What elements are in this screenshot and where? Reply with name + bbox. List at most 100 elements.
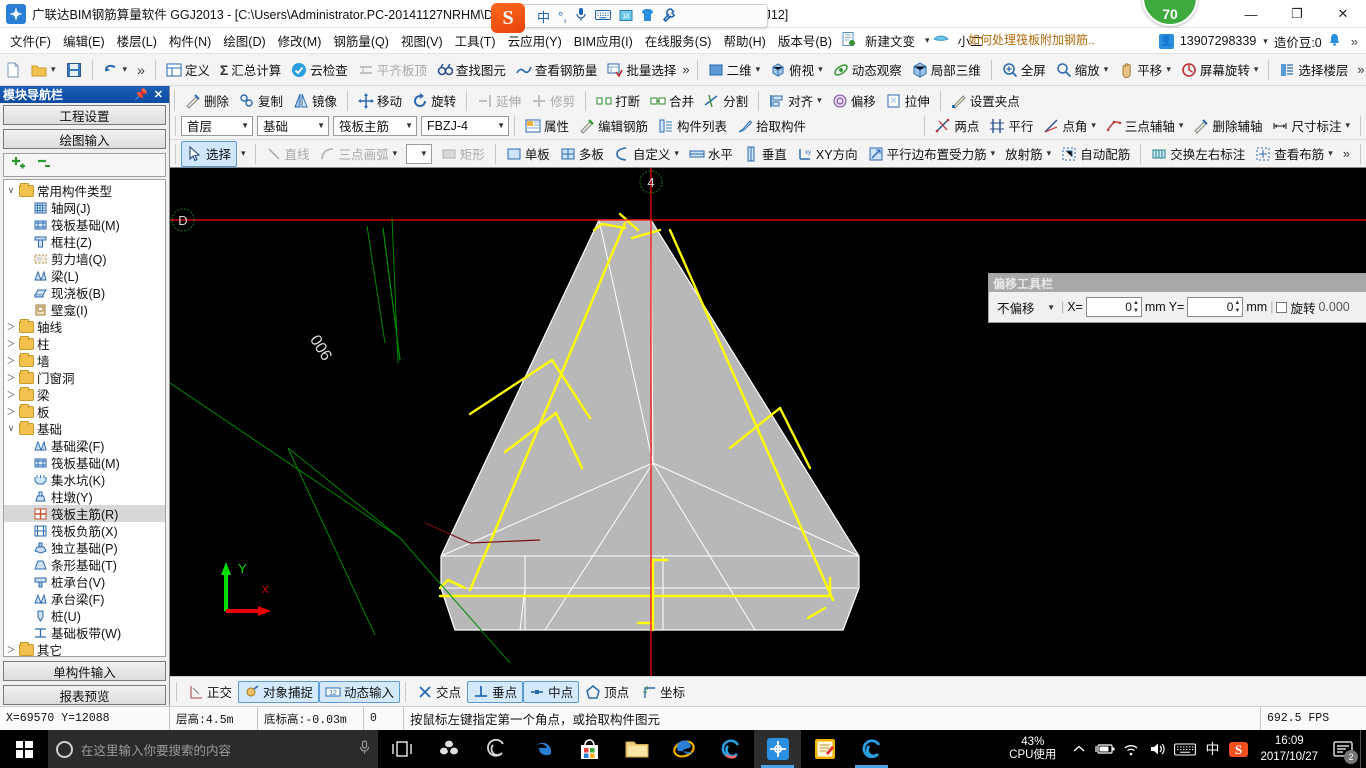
menu-overflow-icon[interactable]: » xyxy=(1347,34,1362,49)
component-tree[interactable]: ∨ 常用构件类型 轴网(J) 筏板基础(M) 框柱(Z) 剪力墙(Q) 梁(L) 现浇板(B)… xyxy=(3,179,166,657)
top-view-chevron-down-icon[interactable]: ▾ xyxy=(817,64,823,75)
taskbar-search-box[interactable]: 在这里输入你要搜索的内容 xyxy=(48,730,378,768)
delete-button[interactable]: 删除 xyxy=(180,88,234,114)
split-button[interactable]: 分割 xyxy=(699,88,753,114)
chevron-right-icon[interactable]: ＞ xyxy=(4,643,18,656)
component-list-button[interactable]: 构件列表 xyxy=(653,113,732,139)
project-settings-button[interactable]: 工程设置 xyxy=(3,105,166,125)
swap-annotation-button[interactable]: 交换左右标注 xyxy=(1146,141,1250,167)
menu-view[interactable]: 视图(V) xyxy=(395,29,449,52)
break-button[interactable]: 打断 xyxy=(591,88,645,114)
component-name-chevron-down-icon[interactable]: ▼ xyxy=(497,121,505,130)
new-doc-label[interactable]: 新建文变 xyxy=(859,29,921,52)
edit-rebar-button[interactable]: 编辑钢筋 xyxy=(574,113,653,139)
set-grip-button[interactable]: 设置夹点 xyxy=(946,88,1025,114)
chevron-right-icon[interactable]: ＞ xyxy=(4,371,18,384)
app-explorer-icon[interactable] xyxy=(613,730,660,768)
tree-item-4[interactable]: 剪力墙(Q) xyxy=(4,250,165,267)
menu-draw[interactable]: 绘图(D) xyxy=(217,29,271,52)
radial-rebar-chevron-down-icon[interactable]: ▾ xyxy=(1046,148,1052,159)
taskbar-clock[interactable]: 16:09 2017/10/27 xyxy=(1252,733,1326,765)
top-view-button[interactable]: 俯视 ▾ xyxy=(765,57,828,83)
summary-calc-button[interactable]: Σ 汇总计算 xyxy=(215,57,286,83)
tree-item-27[interactable]: ＞ 其它 xyxy=(4,641,165,656)
account-chevron-down-icon[interactable]: ▾ xyxy=(1262,36,1268,47)
panel-pin-icon[interactable]: 📌 xyxy=(131,88,151,101)
tree-item-20[interactable]: 筏板负筋(X) xyxy=(4,522,165,539)
three-point-axis-chevron-down-icon[interactable]: ▾ xyxy=(1178,120,1184,131)
add-icon[interactable] xyxy=(10,156,28,174)
custom-chevron-down-icon[interactable]: ▾ xyxy=(673,148,679,159)
copy-button[interactable]: 复制 xyxy=(234,88,288,114)
save-button[interactable] xyxy=(61,57,87,83)
start-button[interactable] xyxy=(0,730,48,768)
tree-item-2[interactable]: 筏板基础(M) xyxy=(4,216,165,233)
draw-style-chevron-down-icon[interactable]: ▼ xyxy=(420,149,428,158)
toolbar4-overflow-icon[interactable]: » xyxy=(1338,146,1355,161)
auto-rebar-button[interactable]: 自动配筋 xyxy=(1056,141,1135,167)
rotate-value[interactable]: 0.000 xyxy=(1318,300,1349,314)
app-browser-icon[interactable] xyxy=(848,730,895,768)
parallel-axis-button[interactable]: 平行 xyxy=(984,113,1038,139)
screen-rotate-chevron-down-icon[interactable]: ▾ xyxy=(1253,64,1259,75)
zoom-chevron-down-icon[interactable]: ▾ xyxy=(1103,64,1109,75)
tree-item-11[interactable]: ＞门窗洞 xyxy=(4,369,165,386)
menu-modify[interactable]: 修改(M) xyxy=(272,29,328,52)
close-button[interactable]: ✕ xyxy=(1320,0,1366,28)
undo-chevron-down-icon[interactable]: ▾ xyxy=(122,64,128,75)
bell-icon[interactable] xyxy=(1328,33,1341,50)
drawing-input-button[interactable]: 绘图输入 xyxy=(3,129,166,149)
define-button[interactable]: 定义 xyxy=(161,57,215,83)
tree-item-5[interactable]: 梁(L) xyxy=(4,267,165,284)
toolbar1-right-overflow-icon[interactable]: » xyxy=(1353,62,1366,77)
pick-component-button[interactable]: 拾取构件 xyxy=(732,113,811,139)
menu-floor[interactable]: 楼层(L) xyxy=(111,29,163,52)
menu-help[interactable]: 帮助(H) xyxy=(717,29,771,52)
component-name-select[interactable]: FBZJ-4 ▼ xyxy=(421,115,509,136)
view-rebar-qty-button[interactable]: 查看钢筋量 xyxy=(511,57,603,83)
tree-item-17[interactable]: 集水坑(K) xyxy=(4,471,165,488)
select-tool-button[interactable]: 选择 xyxy=(181,140,238,167)
pan-chevron-down-icon[interactable]: ▾ xyxy=(1165,64,1171,75)
offset-x-stepper[interactable]: ▲ ▼ xyxy=(1133,299,1139,315)
intersection-snap-toggle[interactable]: 交点 xyxy=(411,681,467,703)
wifi-icon[interactable] xyxy=(1118,730,1144,768)
cloud-check-button[interactable]: 云检查 xyxy=(286,57,353,83)
multi-slab-button[interactable]: 多板 xyxy=(555,141,609,167)
app-ggj-icon[interactable] xyxy=(754,730,801,768)
menu-file[interactable]: 文件(F) xyxy=(4,29,57,52)
select-floor-button[interactable]: 选择楼层 xyxy=(1274,57,1353,83)
tree-item-6[interactable]: 现浇板(B) xyxy=(4,284,165,301)
offset-y-stepper[interactable]: ▲ ▼ xyxy=(1234,299,1240,315)
offset-y-input[interactable]: 0 ▲ ▼ xyxy=(1187,297,1244,317)
parallel-edge-rebar-button[interactable]: 平行边布置受力筋 ▾ xyxy=(863,141,1001,167)
perpendicular-snap-toggle[interactable]: 垂点 xyxy=(467,680,524,703)
zoom-button[interactable]: 缩放 ▾ xyxy=(1051,57,1114,83)
tree-item-18[interactable]: 柱墩(Y) xyxy=(4,488,165,505)
batch-select-button[interactable]: 批量选择 xyxy=(602,57,681,83)
object-snap-toggle[interactable]: 对象捕捉 xyxy=(238,680,320,703)
category-chevron-down-icon[interactable]: ▼ xyxy=(317,121,325,130)
tree-item-12[interactable]: ＞梁 xyxy=(4,386,165,403)
tree-item-3[interactable]: 框柱(Z) xyxy=(4,233,165,250)
mic-icon[interactable] xyxy=(575,7,587,25)
floor-select[interactable]: 首层 ▼ xyxy=(181,115,253,136)
align-chevron-down-icon[interactable]: ▾ xyxy=(816,95,822,106)
stretch-button[interactable]: 拉伸 xyxy=(881,88,935,114)
offset-button[interactable]: 偏移 xyxy=(827,88,881,114)
local-3d-button[interactable]: 局部三维 xyxy=(907,57,986,83)
new-file-button[interactable] xyxy=(0,57,26,83)
app-fan-icon[interactable] xyxy=(425,730,472,768)
notice-text[interactable]: 如何处理筏板附加钢筋.. xyxy=(968,31,1095,48)
vertex-snap-toggle[interactable]: 顶点 xyxy=(579,681,635,703)
single-slab-button[interactable]: 单板 xyxy=(501,141,555,167)
vertical-button[interactable]: 垂直 xyxy=(738,141,792,167)
new-doc-chevron-down-icon[interactable]: ▾ xyxy=(924,35,930,46)
keyboard-icon[interactable] xyxy=(1170,730,1200,768)
remove-icon[interactable] xyxy=(36,157,54,174)
offset-mode-select[interactable]: 不偏移 ▼ xyxy=(992,297,1058,317)
offset-mode-chevron-down-icon[interactable]: ▼ xyxy=(1047,303,1055,312)
tree-item-10[interactable]: ＞墙 xyxy=(4,352,165,369)
canvas-svg[interactable]: D 4 900 Y x xyxy=(170,168,1366,676)
move-button[interactable]: 移动 xyxy=(353,88,407,114)
